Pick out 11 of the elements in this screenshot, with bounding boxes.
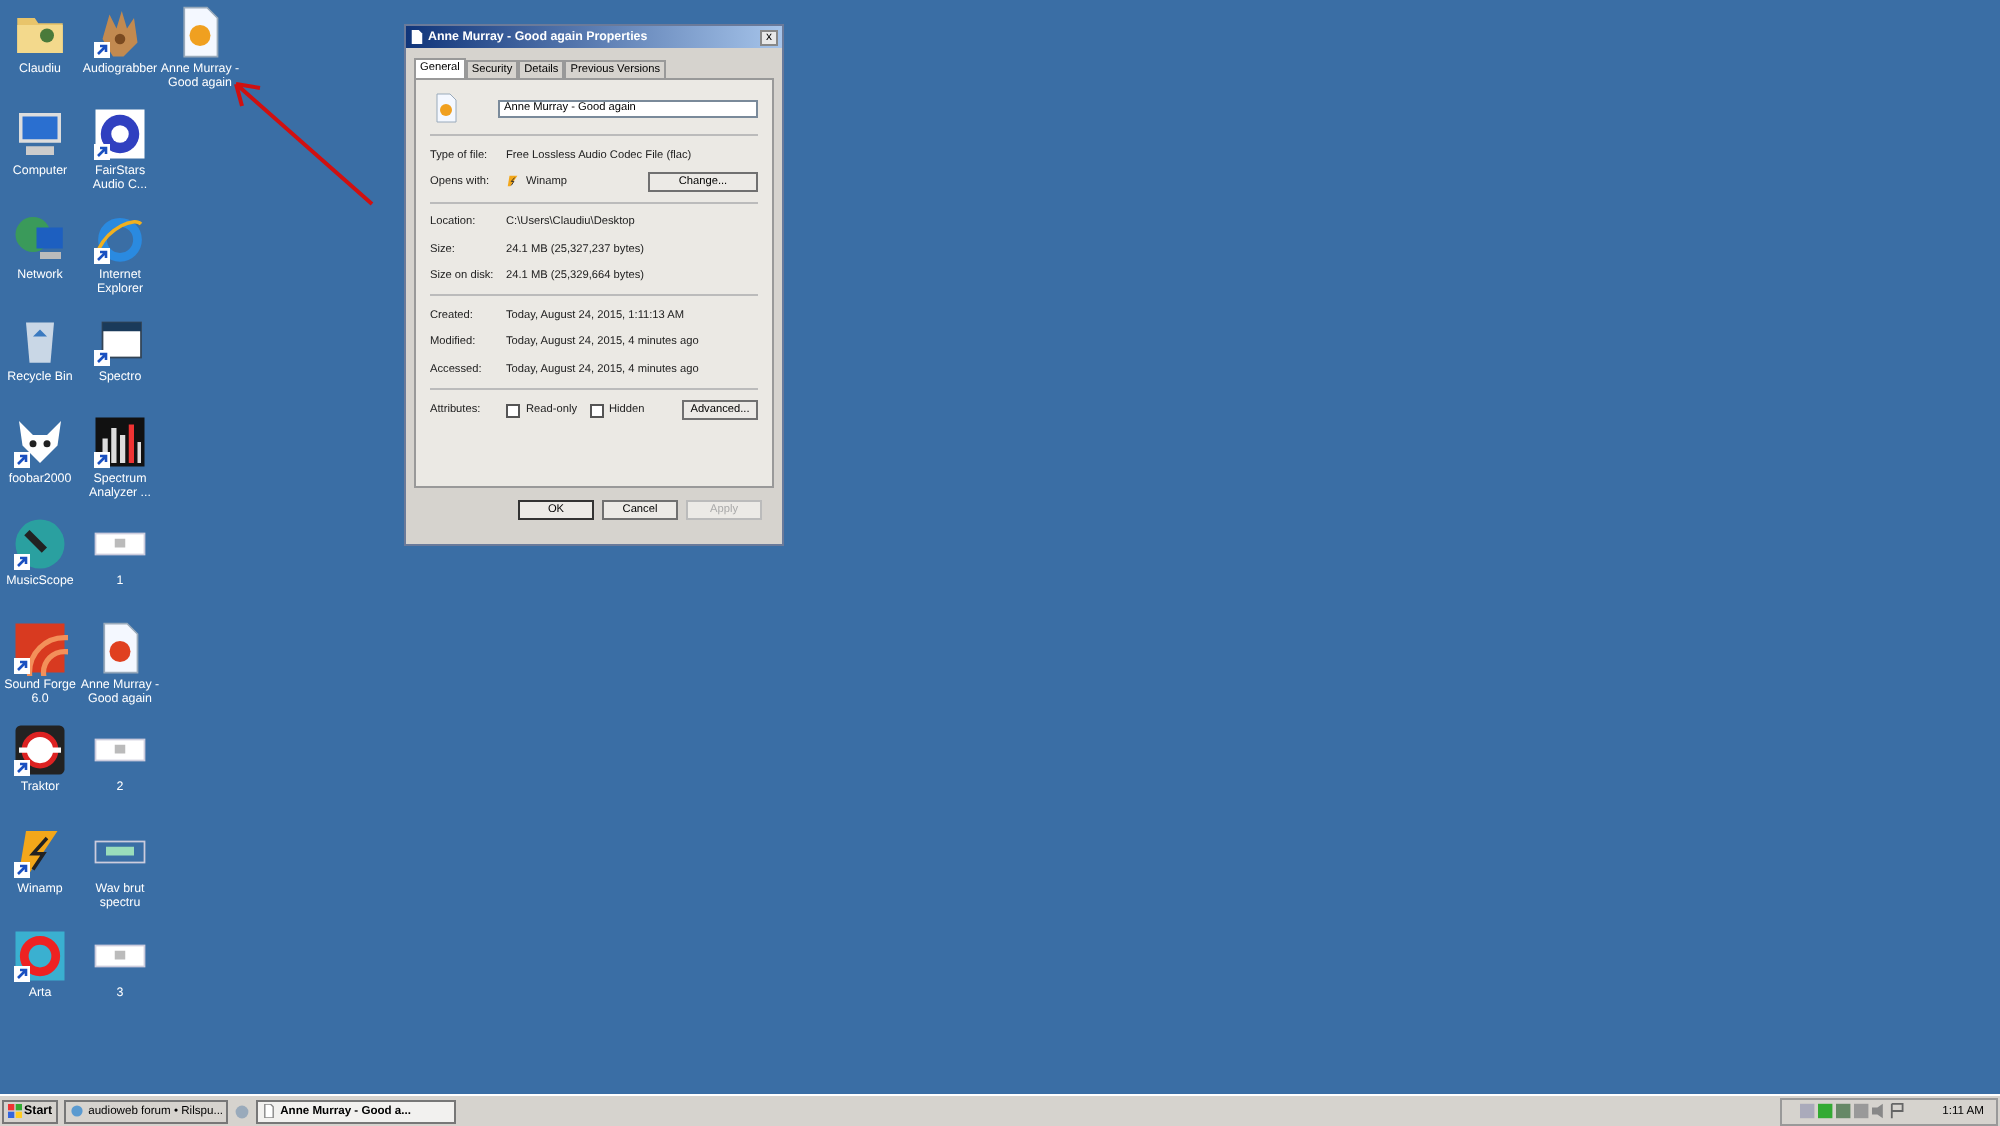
file-icon [262, 1104, 277, 1118]
file-icon [410, 30, 424, 44]
deck-icon [12, 722, 68, 779]
rings-icon [12, 619, 68, 676]
audio-file-icon [430, 92, 462, 124]
checkbox[interactable] [589, 403, 603, 418]
browser-icon [70, 1104, 85, 1118]
checkbox[interactable] [506, 403, 520, 418]
windows-flag-icon [8, 1104, 22, 1118]
bolt-icon [506, 174, 520, 189]
spectrum-icon [92, 414, 148, 471]
